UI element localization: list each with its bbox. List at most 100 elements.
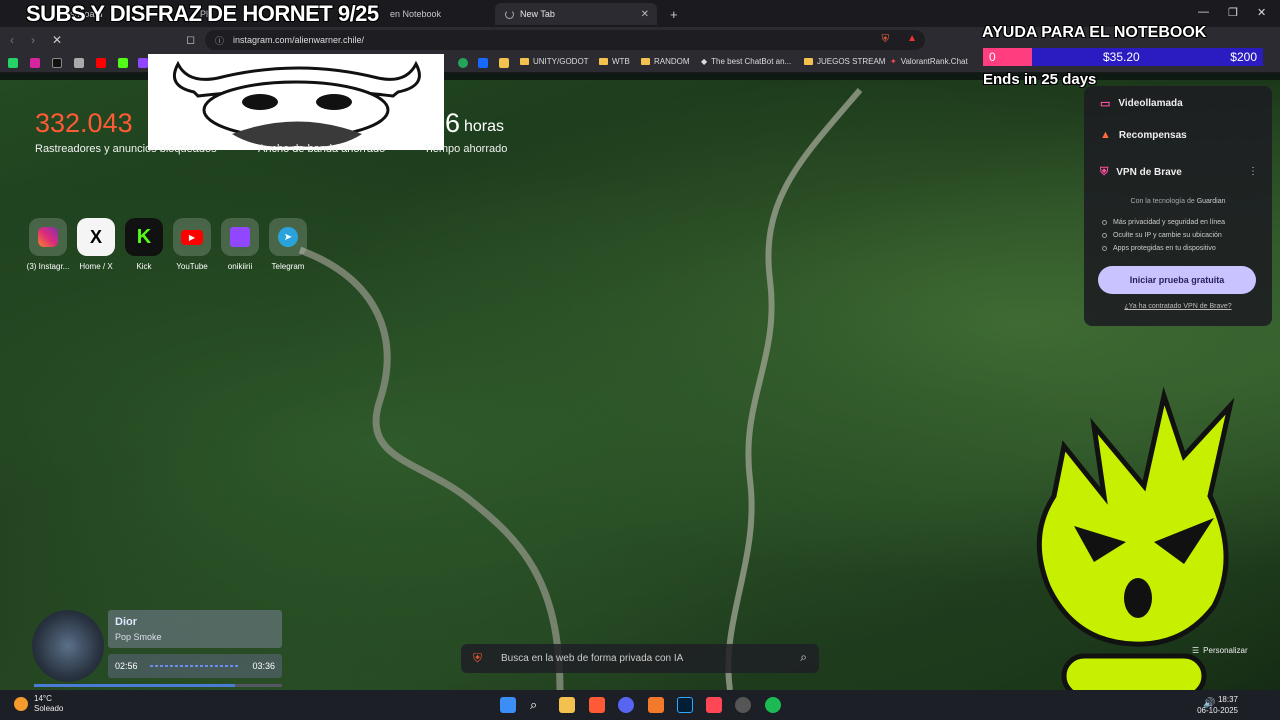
- customize-button[interactable]: ☰ Personalizar: [1192, 646, 1248, 655]
- vpn-shield-icon: ⛨: [1100, 166, 1109, 178]
- minimize-icon[interactable]: —: [1198, 6, 1209, 18]
- check-icon: [1102, 246, 1107, 251]
- time-saved-label: Tiempo ahorrado: [424, 143, 508, 155]
- check-icon: [1102, 233, 1107, 238]
- already-subscribed-link[interactable]: ¿Ya ha contratado VPN de Brave?: [1084, 303, 1272, 310]
- search-icon[interactable]: ⌕: [800, 650, 807, 665]
- bookmark-label: RANDOM: [654, 57, 690, 66]
- behance-icon[interactable]: [478, 58, 488, 68]
- spotify-icon[interactable]: [765, 697, 781, 713]
- brave-logo-icon: ⛨: [473, 651, 483, 665]
- song-duration: 03:36: [252, 661, 275, 671]
- song-title: Dior: [115, 616, 137, 628]
- search-icon[interactable]: ⌕: [530, 697, 546, 713]
- brave-side-panel: ▭ Videollamada ▲ Recompensas ⛨ VPN de Brave…: [1084, 86, 1272, 326]
- clock-date: 06-10-2025: [1197, 706, 1238, 715]
- tab-notebook[interactable]: en Notebook: [380, 3, 492, 25]
- discord-icon[interactable]: [618, 697, 634, 713]
- song-progress-bar[interactable]: [34, 684, 282, 687]
- forward-icon[interactable]: ›: [31, 33, 35, 47]
- vpn-feature-text: Oculte su IP y cambie su ubicación: [1113, 232, 1222, 239]
- powered-by: Con la tecnología de Guardian: [1084, 198, 1272, 205]
- vpn-feature: Oculte su IP y cambie su ubicación: [1102, 232, 1222, 239]
- bookmark-valorant[interactable]: ✦ ValorantRank.Chat: [890, 57, 968, 66]
- trackers-blocked-label: Rastreadores y anuncios bloqueados: [35, 143, 217, 155]
- hornet-mask-overlay: [148, 54, 444, 150]
- start-free-trial-button[interactable]: Iniciar prueba gratuita: [1098, 266, 1256, 294]
- whatsapp-icon[interactable]: [8, 58, 18, 68]
- loading-icon: [505, 9, 514, 19]
- bandwidth-saved-label: Ancho de banda ahorrado: [258, 143, 386, 155]
- brave-shield-icon[interactable]: ⛨: [882, 34, 890, 45]
- top-site-telegram[interactable]: ➤ Telegram: [258, 218, 318, 271]
- stop-icon[interactable]: ✕: [52, 33, 62, 47]
- chatbot-icon: ◆: [701, 57, 708, 66]
- clock-time: 18:37: [1217, 695, 1238, 704]
- brave-browser-icon[interactable]: [589, 697, 605, 713]
- brave-rewards-icon[interactable]: ▲: [907, 33, 917, 44]
- vpn-item[interactable]: ⛨ VPN de Brave: [1100, 166, 1182, 179]
- folder-icon: [641, 58, 650, 65]
- close-window-icon[interactable]: ✕: [1257, 6, 1266, 19]
- site-info-icon[interactable]: ⓘ: [215, 34, 224, 47]
- bookmark-random[interactable]: RANDOM: [641, 57, 690, 66]
- folder-icon: [520, 58, 529, 65]
- back-icon[interactable]: ‹: [10, 33, 14, 47]
- green-site-icon[interactable]: [458, 58, 468, 68]
- close-tab-icon[interactable]: ✕: [641, 9, 649, 20]
- customize-icon: ☰: [1192, 646, 1200, 655]
- vpn-feature-text: Más privacidad y seguridad en línea: [1113, 219, 1226, 226]
- customize-label: Personalizar: [1203, 646, 1248, 655]
- goal-title: AYUDA PARA EL NOTEBOOK: [982, 24, 1207, 41]
- tab-label: en Notebook: [390, 9, 442, 19]
- powered-by-label: Con la tecnología de: [1130, 198, 1195, 205]
- file-explorer-icon[interactable]: [559, 697, 575, 713]
- apple-icon[interactable]: [74, 58, 84, 68]
- bookmark-unity-godot[interactable]: UNITY/GODOT: [520, 57, 589, 66]
- maximize-icon[interactable]: ❐: [1228, 6, 1238, 19]
- taskbar: ⌕ 🔊: [0, 690, 1280, 720]
- more-options-icon[interactable]: ⋮: [1248, 166, 1258, 177]
- vpn-title: VPN de Brave: [1116, 167, 1182, 178]
- bookmark-label: WTB: [612, 57, 630, 66]
- blender-icon[interactable]: [648, 697, 664, 713]
- youtube-icon[interactable]: [96, 58, 106, 68]
- system-clock[interactable]: 18:37 06-10-2025: [1197, 694, 1238, 716]
- twitch-icon[interactable]: [138, 58, 148, 68]
- song-progress-fill: [34, 684, 235, 687]
- bookmark-juegos-stream[interactable]: JUEGOS STREAM: [804, 57, 885, 66]
- valorant-icon[interactable]: [706, 697, 722, 713]
- photoshop-icon[interactable]: [677, 697, 693, 713]
- stream-title-overlay: SUBS Y DISFRAZ DE HORNET 9/25: [26, 1, 379, 26]
- rewards-item[interactable]: ▲ Recompensas: [1100, 129, 1187, 141]
- valorant-icon: ✦: [890, 57, 897, 66]
- bookmark-wtb[interactable]: WTB: [599, 57, 630, 66]
- bookmark-label: The best ChatBot an...: [711, 57, 792, 66]
- vpn-feature-text: Apps protegidas en tu dispositivo: [1113, 245, 1216, 252]
- videocall-item[interactable]: ▭ Videollamada: [1100, 97, 1183, 110]
- album-art: [32, 610, 104, 682]
- instagram-icon[interactable]: [30, 58, 40, 68]
- goal-raised-amount: $35.20: [1103, 50, 1140, 64]
- url-text: instagram.com/alienwarner.chile/: [233, 35, 365, 45]
- goal-progress-bar: 0 $35.20 $200: [983, 48, 1263, 66]
- start-icon[interactable]: [500, 697, 516, 713]
- x-icon[interactable]: [52, 58, 62, 68]
- hornet-mask-icon: [173, 60, 421, 147]
- goal-ends-text: Ends in 25 days: [983, 71, 1097, 88]
- song-elapsed: 02:56: [115, 661, 138, 671]
- bookmark-icon[interactable]: ◻: [186, 33, 195, 46]
- bookmark-folder-icon[interactable]: [499, 58, 509, 68]
- address-bar[interactable]: ⓘ instagram.com/alienwarner.chile/ ⛨ ▲: [205, 30, 925, 50]
- obs-icon[interactable]: [735, 697, 751, 713]
- tab-new-tab[interactable]: New Tab ✕: [495, 3, 657, 25]
- rewards-label: Recompensas: [1118, 129, 1187, 141]
- rewards-triangle-icon: ▲: [1100, 129, 1111, 141]
- bookmark-chatbot[interactable]: ◆ The best ChatBot an...: [701, 57, 791, 66]
- search-box[interactable]: ⛨ Busca en la web de forma privada con I…: [461, 644, 819, 673]
- kick-icon[interactable]: [118, 58, 128, 68]
- bookmark-label: ValorantRank.Chat: [900, 57, 968, 66]
- new-tab-button[interactable]: +: [660, 3, 688, 25]
- weather-temp: 14°C: [34, 694, 52, 703]
- weather-widget[interactable]: 14°C Soleado: [14, 694, 63, 714]
